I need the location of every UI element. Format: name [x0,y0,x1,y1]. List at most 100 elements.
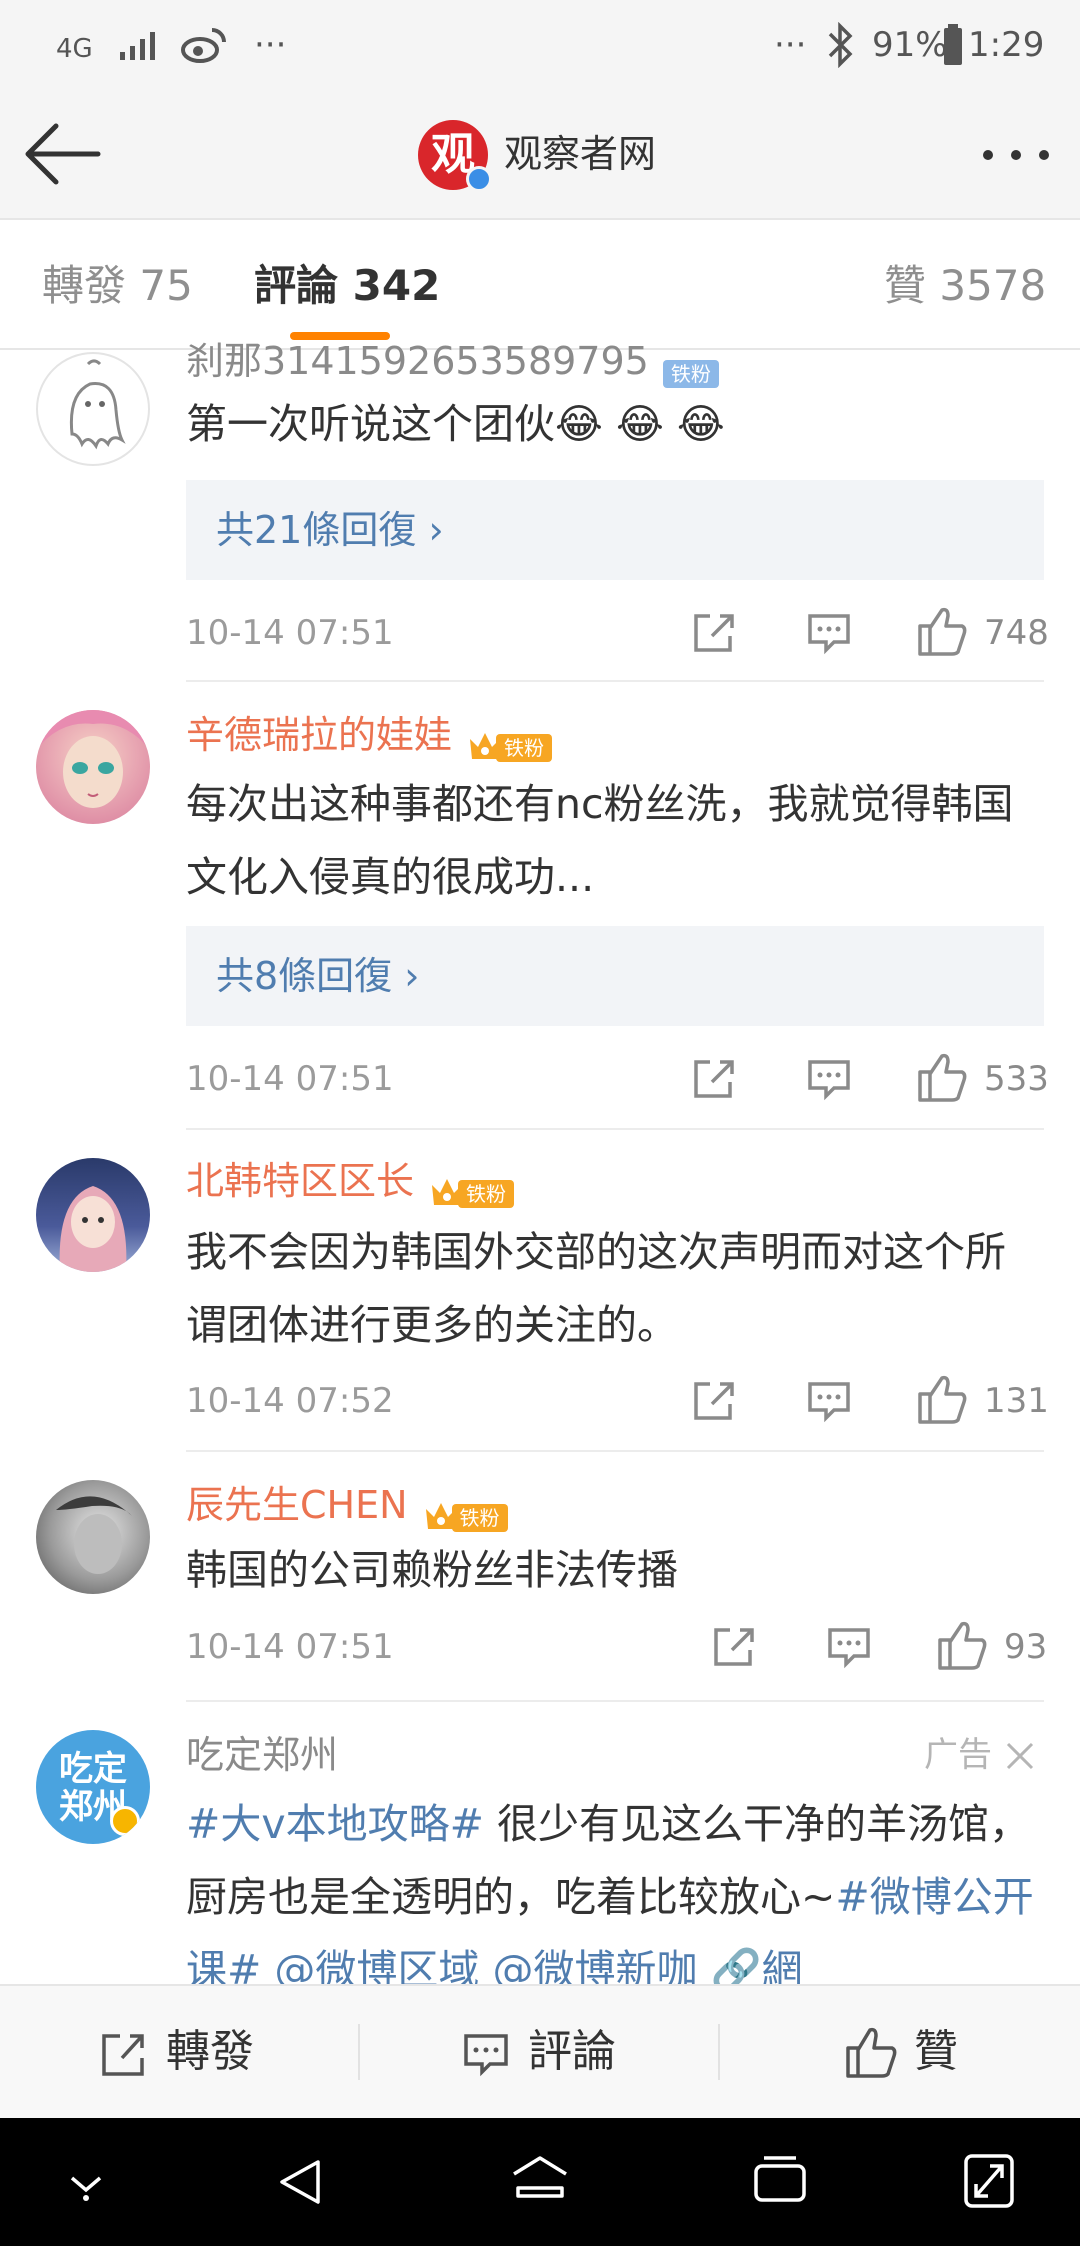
comment-text: 第一次听说这个团伙😂 😂 😂 [186,400,725,448]
comment-username[interactable]: 辛德瑞拉的娃娃 铁粉 [186,710,553,762]
web-link[interactable]: 🔗網 [697,1946,802,1984]
comment-item: 刹那3141592653589795 铁粉 第一次听说这个团伙😂 😂 😂 共21條… [0,339,1080,680]
avatar[interactable] [36,710,150,824]
comment-username[interactable]: 刹那3141592653589795 铁粉 [186,336,719,388]
thumbs-up-icon [846,2027,897,2078]
comment-label: 評論 [528,2026,616,2077]
like-button[interactable]: 贊 [720,1986,1080,2120]
reply-icon[interactable] [824,1622,874,1672]
system-navigation-bar [0,2118,1080,2246]
weibo-icon [181,28,226,63]
share-icon[interactable] [690,1054,740,1104]
comment-time: 10-14 07:51 [186,613,394,653]
account-logo[interactable]: 观 [418,120,492,192]
fan-badge: 铁粉 [428,1167,515,1208]
expand-icon[interactable] [962,2152,1016,2210]
recent-apps-icon[interactable] [752,2154,808,2210]
status-bar: 4G ··· ··· 91% 1:29 [0,0,1080,90]
view-replies-button[interactable]: 共21條回復 › [186,480,1044,580]
share-icon[interactable] [690,608,740,658]
bottom-action-bar: 轉發 評論 贊 [0,1984,1080,2118]
comment-item: 辰先生CHEN 铁粉 韩国的公司赖粉丝非法传播 10-14 07:51 93 [0,1452,1080,1702]
ad-avatar[interactable]: 吃定郑州 [36,1730,150,1844]
like-icon[interactable] [936,1618,988,1672]
tab-comments[interactable]: 評論 342 [254,256,440,316]
crown-icon [425,1503,456,1529]
comment-icon [464,2034,508,2077]
like-count: 748 [984,613,1049,653]
mention-link[interactable]: @微博区域 [261,1946,479,1984]
ghost-avatar-icon [69,359,126,450]
fan-badge: 铁粉 [422,1491,508,1532]
ad-item: 吃定郑州 吃定郑州 广告 #大v本地攻略# 很少有见这么干净的羊汤馆，厨房也是全… [0,1702,1080,1984]
mention-link[interactable]: @微博新咖 [479,1946,697,1984]
comment-item: 北韩特区区长 铁粉 我不会因为韩国外交部的这次声明而对这个所谓团体进行更多的关注的… [0,1130,1080,1450]
comment-time: 10-14 07:51 [186,1059,394,1099]
status-more-left: ··· [254,25,287,65]
crown-icon [470,733,501,759]
replies-count: 共21條回復 › [216,508,444,552]
comment-username[interactable]: 北韩特区区长 铁粉 [186,1156,515,1208]
verified-badge-icon [466,166,492,192]
comment-text: 每次出这种事都还有nc粉丝洗，我就觉得韩国文化入侵真的很成功... [186,780,1014,901]
clock: 1:29 [968,25,1045,65]
ad-text: #大v本地攻略# 很少有见这么干净的羊汤馆，厨房也是全透明的，吃着比较放心~#微… [186,1788,1046,1984]
like-label: 贊 [914,2026,958,2077]
back-button[interactable] [20,112,110,196]
close-icon[interactable] [1004,1740,1036,1772]
like-icon[interactable] [916,1050,968,1104]
bluetooth-icon [828,22,853,68]
avatar[interactable] [36,1480,150,1594]
avatar[interactable] [36,1158,150,1272]
share-icon[interactable] [690,1376,740,1426]
doll-avatar-icon [36,710,150,808]
like-count: 131 [984,1381,1049,1421]
comment-text: 我不会因为韩国外交部的这次声明而对这个所谓团体进行更多的关注的。 [186,1228,1006,1349]
view-replies-button[interactable]: 共8條回復 › [186,926,1044,1026]
signal-icon [120,32,155,60]
portrait-avatar-icon [56,1496,132,1574]
comment-text: 韩国的公司赖粉丝非法传播 [186,1546,678,1594]
battery-icon [944,24,962,65]
replies-count: 共8條回復 › [216,954,420,998]
tab-reposts[interactable]: 轉發 75 [42,256,193,316]
comment-time: 10-14 07:51 [186,1627,394,1667]
avatar[interactable] [36,352,150,466]
like-count: 93 [1004,1627,1048,1667]
more-options-button[interactable] [972,120,1062,190]
comment-time: 10-14 07:52 [186,1381,394,1421]
repost-button[interactable]: 轉發 [0,1986,358,2120]
ad-username[interactable]: 吃定郑州 [186,1730,338,1780]
tab-likes[interactable]: 贊 3578 [884,256,1046,316]
comment-item: 辛德瑞拉的娃娃 铁粉 每次出这种事都还有nc粉丝洗，我就觉得韩国文化入侵真的很成功… [0,682,1080,1128]
crown-icon [432,1179,463,1205]
tab-bar: 轉發 75 評論 342 贊 3578 [0,220,1080,350]
back-nav-icon[interactable] [272,2154,328,2210]
reply-icon[interactable] [804,1376,854,1426]
more-dots-icon [983,150,1049,160]
share-icon[interactable] [710,1622,760,1672]
network-type: 4G [56,34,93,64]
verified-badge-icon [110,1806,140,1836]
home-nav-icon[interactable] [510,2152,570,2208]
comment-button[interactable]: 評論 [360,1986,718,2120]
ad-label: 广告 [924,1735,992,1775]
reply-icon[interactable] [804,1054,854,1104]
hashtag-link[interactable]: #大v本地攻略# [186,1800,484,1848]
comment-username[interactable]: 辰先生CHEN 铁粉 [186,1480,508,1532]
reply-icon[interactable] [804,608,854,658]
repost-icon [102,2034,144,2076]
fan-badge: 铁粉 [662,347,719,388]
back-arrow-icon [25,123,101,185]
repost-label: 轉發 [166,2026,254,2077]
like-count: 533 [984,1059,1049,1099]
fan-badge: 铁粉 [466,721,553,762]
top-navbar: 观 观察者网 [0,90,1080,218]
like-icon[interactable] [916,604,968,658]
girl-avatar-icon [59,1186,127,1272]
page-title[interactable]: 观察者网 [504,126,656,182]
like-icon[interactable] [916,1372,968,1426]
hide-keyboard-icon[interactable] [64,2164,108,2204]
battery-percent: 91% [872,25,948,65]
status-more-right: ··· [774,25,807,65]
